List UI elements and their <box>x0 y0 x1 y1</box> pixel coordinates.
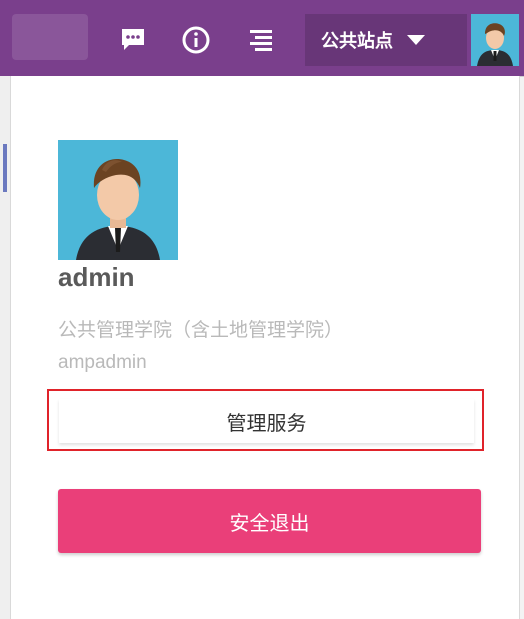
avatar-icon <box>471 14 519 66</box>
site-selector-label: 公共站点 <box>321 31 393 51</box>
user-dropdown-panel: admin 公共管理学院（含土地管理学院） ampadmin 管理服务 安全退出 <box>10 76 520 619</box>
logout-button[interactable]: 安全退出 <box>58 489 481 553</box>
profile-username: admin <box>58 262 135 292</box>
person-avatar-icon <box>58 140 178 260</box>
site-selector[interactable]: 公共站点 <box>305 14 467 66</box>
nav-tab[interactable] <box>12 14 88 60</box>
user-avatar-button[interactable] <box>471 14 519 66</box>
logout-label: 安全退出 <box>229 512 310 535</box>
profile-account: ampadmin <box>58 352 147 373</box>
caret-down-icon <box>407 35 425 45</box>
menu-icon[interactable] <box>245 24 277 56</box>
profile-department: 公共管理学院（含土地管理学院） <box>58 320 344 341</box>
info-icon[interactable] <box>180 24 212 56</box>
manage-services-label: 管理服务 <box>226 412 307 435</box>
message-icon[interactable] <box>117 24 149 56</box>
background-sidebar <box>0 76 10 619</box>
highlight-box: 管理服务 <box>47 389 484 451</box>
profile-avatar <box>58 140 178 260</box>
manage-services-button[interactable]: 管理服务 <box>59 399 474 443</box>
top-navigation-bar: 公共站点 <box>0 0 524 76</box>
sidebar-marker <box>3 144 7 192</box>
